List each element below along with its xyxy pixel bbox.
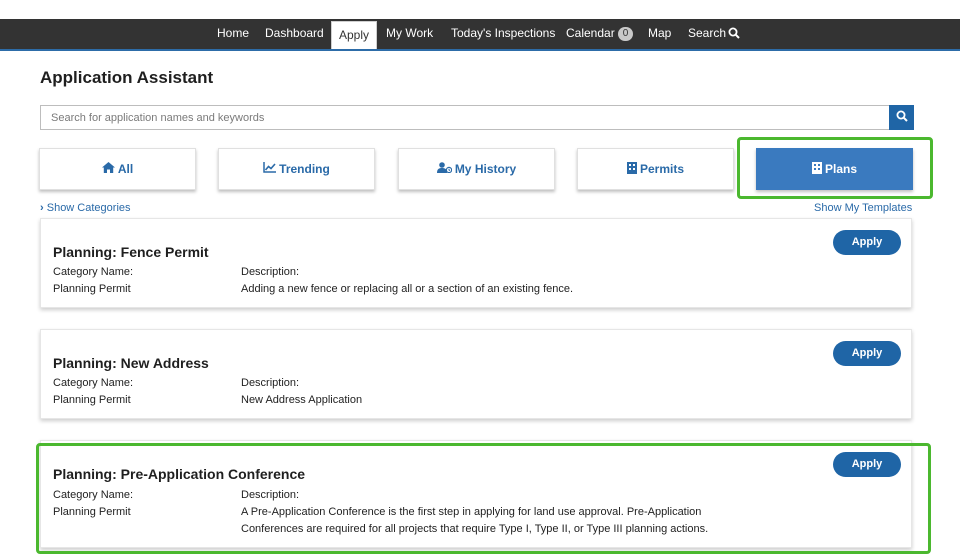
nav-calendar-label: Calendar bbox=[566, 26, 615, 40]
card-title[interactable]: Planning: Fence Permit bbox=[53, 244, 209, 260]
nav-search-label: Search bbox=[688, 26, 727, 40]
description-text: Adding a new fence or replacing all or a… bbox=[241, 283, 574, 295]
application-card: Planning: New Address Category Name: Pla… bbox=[40, 329, 912, 419]
nav-dashboard[interactable]: Dashboard bbox=[265, 19, 324, 49]
nav-calendar[interactable]: Calendar 0 bbox=[566, 19, 634, 49]
highlight-box bbox=[737, 137, 933, 199]
highlight-box bbox=[36, 443, 931, 554]
tab-permits[interactable]: Permits bbox=[577, 148, 734, 190]
description-label: Description: bbox=[241, 377, 300, 389]
category-value: Planning Permit bbox=[53, 283, 131, 295]
show-my-templates-link[interactable]: Show My Templates bbox=[814, 202, 912, 214]
building-icon bbox=[626, 161, 640, 177]
search-icon bbox=[728, 21, 740, 50]
line-chart-icon bbox=[263, 162, 279, 176]
nav-my-work[interactable]: My Work bbox=[386, 19, 433, 49]
card-title[interactable]: Planning: New Address bbox=[53, 355, 209, 371]
tab-permits-label: Permits bbox=[639, 162, 685, 176]
tab-all-label: All bbox=[117, 162, 134, 176]
page-title: Application Assistant bbox=[40, 68, 214, 87]
nav-map[interactable]: Map bbox=[648, 19, 671, 49]
show-categories-label: Show Categories bbox=[46, 202, 131, 214]
category-value: Planning Permit bbox=[53, 394, 131, 406]
user-history-icon bbox=[436, 162, 455, 176]
calendar-count-badge: 0 bbox=[617, 27, 634, 41]
category-label: Category Name: bbox=[53, 377, 134, 389]
show-categories-link[interactable]: › Show Categories bbox=[40, 202, 131, 214]
top-nav-bar: Home Dashboard Apply My Work Today's Ins… bbox=[0, 19, 960, 51]
search-input[interactable] bbox=[40, 105, 889, 130]
tab-my-history-label: My History bbox=[454, 162, 517, 176]
home-icon bbox=[101, 162, 118, 176]
tab-trending[interactable]: Trending bbox=[218, 148, 375, 190]
application-card: Planning: Fence Permit Category Name: Pl… bbox=[40, 218, 912, 308]
nav-todays-inspections[interactable]: Today's Inspections bbox=[451, 19, 555, 49]
nav-apply[interactable]: Apply bbox=[331, 21, 377, 49]
tab-trending-label: Trending bbox=[279, 162, 330, 176]
search-button[interactable] bbox=[889, 105, 914, 130]
chevron-right-icon: › bbox=[40, 202, 44, 214]
apply-button[interactable]: Apply bbox=[833, 230, 901, 255]
nav-search[interactable]: Search bbox=[688, 19, 740, 49]
application-search bbox=[40, 105, 914, 130]
tab-my-history[interactable]: My History bbox=[398, 148, 555, 190]
description-text: New Address Application bbox=[241, 394, 363, 406]
tab-all[interactable]: All bbox=[39, 148, 196, 190]
nav-home[interactable]: Home bbox=[217, 19, 249, 49]
description-label: Description: bbox=[241, 266, 300, 278]
category-label: Category Name: bbox=[53, 266, 134, 278]
apply-button[interactable]: Apply bbox=[833, 341, 901, 366]
search-icon bbox=[896, 109, 908, 127]
